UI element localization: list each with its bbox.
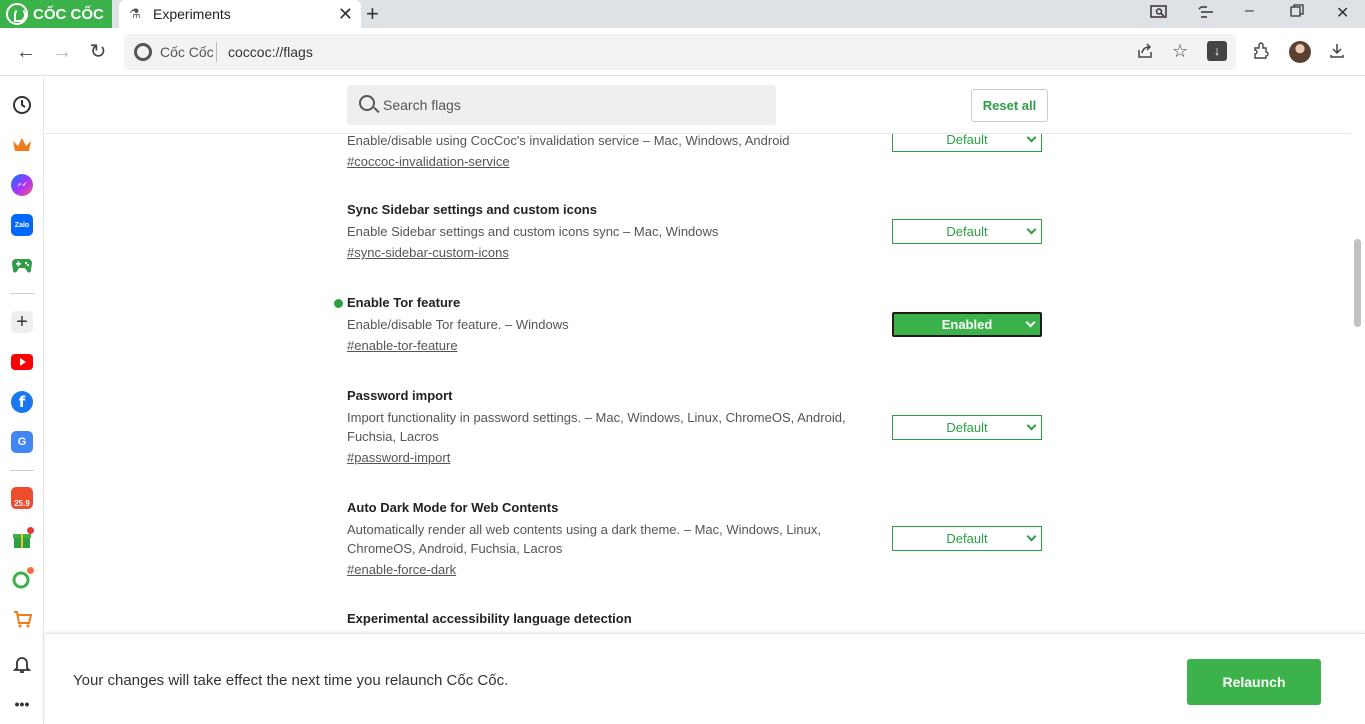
history-icon[interactable]: [11, 94, 33, 116]
download-video-icon[interactable]: ↓: [1207, 41, 1227, 61]
add-sidebar-item-icon[interactable]: +: [11, 311, 33, 333]
flag-link[interactable]: #enable-tor-feature: [347, 337, 458, 355]
search-icon: [359, 95, 375, 111]
relaunch-button[interactable]: Relaunch: [1187, 659, 1321, 705]
reset-all-button[interactable]: Reset all: [971, 89, 1048, 122]
profile-avatar[interactable]: [1289, 41, 1311, 63]
google-translate-icon[interactable]: G: [11, 431, 33, 453]
coccoc-site-icon: [134, 43, 152, 61]
extensions-icon[interactable]: [1252, 42, 1270, 65]
relaunch-message: Your changes will take effect the next t…: [73, 672, 509, 689]
flag-description: Enable/disable Tor feature. – Windows: [347, 317, 569, 332]
chevron-down-icon: [1026, 224, 1037, 235]
flag-link[interactable]: #coccoc-invalidation-service: [347, 153, 510, 171]
toolbar: ← → ↻ Cốc Cốc coccoc://flags ☆ ↓: [0, 28, 1365, 76]
messenger-icon[interactable]: [11, 174, 33, 196]
flags-header: Reset all: [45, 77, 1350, 134]
shopee-icon[interactable]: 25.9: [11, 487, 33, 509]
url-text[interactable]: coccoc://flags: [228, 44, 313, 60]
notification-dot: [27, 527, 34, 534]
youtube-icon[interactable]: [11, 351, 33, 373]
flag-state-select[interactable]: Default: [892, 415, 1042, 440]
zalo-icon[interactable]: Zalo: [11, 214, 33, 236]
tab-strip: CỐC CỐC ⚗ Experiments ✕ + – ✕: [0, 0, 1365, 28]
relaunch-bar: Your changes will take effect the next t…: [45, 633, 1365, 724]
chevron-down-icon: [1026, 132, 1037, 143]
chevron-down-icon: [1026, 420, 1037, 431]
flag-title: Auto Dark Mode for Web Contents: [347, 500, 559, 515]
flag-state-select[interactable]: Default: [892, 526, 1042, 551]
minimize-icon[interactable]: –: [1245, 2, 1254, 20]
bookmark-star-icon[interactable]: ☆: [1172, 41, 1188, 62]
forward-icon[interactable]: →: [49, 39, 75, 65]
tab-title: Experiments: [153, 6, 231, 22]
modified-indicator-dot: [334, 299, 343, 308]
flag-description: Import functionality in password setting…: [347, 410, 846, 444]
brand-label: CỐC CỐC: [33, 5, 104, 23]
facebook-icon[interactable]: f: [11, 391, 33, 413]
coccoc-brand-button[interactable]: CỐC CỐC: [0, 0, 112, 28]
sidebar: Zalo + f G 25.9 •••: [0, 77, 44, 724]
flag-link[interactable]: #password-import: [347, 449, 450, 467]
tab-experiments[interactable]: ⚗ Experiments ✕: [119, 0, 361, 28]
address-bar[interactable]: Cốc Cốc coccoc://flags ☆ ↓: [124, 34, 1236, 70]
sidebar-divider: [10, 470, 34, 471]
scrollbar-thumb[interactable]: [1354, 239, 1361, 327]
omnibox-divider: [216, 42, 217, 62]
select-value: Enabled: [941, 317, 993, 332]
sidebar-divider: [10, 293, 34, 294]
flag-title: Experimental accessibility language dete…: [347, 611, 632, 626]
select-value: Default: [946, 420, 988, 435]
close-tab-icon[interactable]: ✕: [338, 4, 353, 24]
page-scrollbar[interactable]: [1350, 77, 1365, 633]
flag-description: Enable Sidebar settings and custom icons…: [347, 224, 719, 239]
maximize-icon[interactable]: [1290, 4, 1304, 21]
crown-icon[interactable]: [11, 134, 33, 156]
flags-page: Reset all Enable/disable using CocCoc's …: [45, 77, 1350, 633]
omnibox-brand: Cốc Cốc: [160, 44, 214, 60]
tab-search-icon[interactable]: [1150, 4, 1168, 23]
shop-badge-label: 25.9: [14, 499, 30, 508]
flag-state-select[interactable]: Default: [892, 219, 1042, 244]
flag-description: Automatically render all web contents us…: [347, 522, 822, 556]
flag-link[interactable]: #sync-sidebar-custom-icons: [347, 244, 509, 262]
flag-title: Enable Tor feature: [347, 295, 461, 310]
downloads-icon[interactable]: [1328, 42, 1346, 65]
flag-link[interactable]: #enable-force-dark: [347, 561, 456, 579]
search-flags-input[interactable]: [383, 95, 763, 115]
chevron-down-icon: [1026, 531, 1037, 542]
notification-dot: [27, 567, 34, 574]
select-value: Default: [946, 224, 988, 239]
new-tab-button[interactable]: +: [366, 2, 379, 26]
more-icon[interactable]: •••: [11, 693, 33, 715]
back-icon[interactable]: ←: [13, 39, 39, 65]
flask-icon: ⚗: [129, 6, 141, 21]
chevron-down-icon: [1025, 317, 1036, 328]
select-value: Default: [946, 531, 988, 546]
shopping-cart-icon[interactable]: [11, 608, 33, 630]
zalo-label: Zalo: [14, 221, 30, 229]
reload-icon[interactable]: ↻: [85, 39, 111, 65]
share-icon[interactable]: [1136, 42, 1154, 65]
bell-icon[interactable]: [11, 653, 33, 675]
flag-item: Experimental accessibility language dete…: [347, 610, 1047, 628]
restore-layout-icon[interactable]: [1198, 4, 1216, 23]
select-value: Default: [946, 132, 988, 147]
search-box[interactable]: [347, 85, 776, 125]
flag-state-select[interactable]: Enabled: [892, 312, 1042, 337]
close-window-icon[interactable]: ✕: [1336, 3, 1349, 23]
flag-title: Sync Sidebar settings and custom icons: [347, 202, 597, 217]
coccoc-logo-icon: [6, 3, 28, 25]
game-controller-icon[interactable]: [11, 254, 33, 276]
flag-title: Password import: [347, 388, 453, 403]
